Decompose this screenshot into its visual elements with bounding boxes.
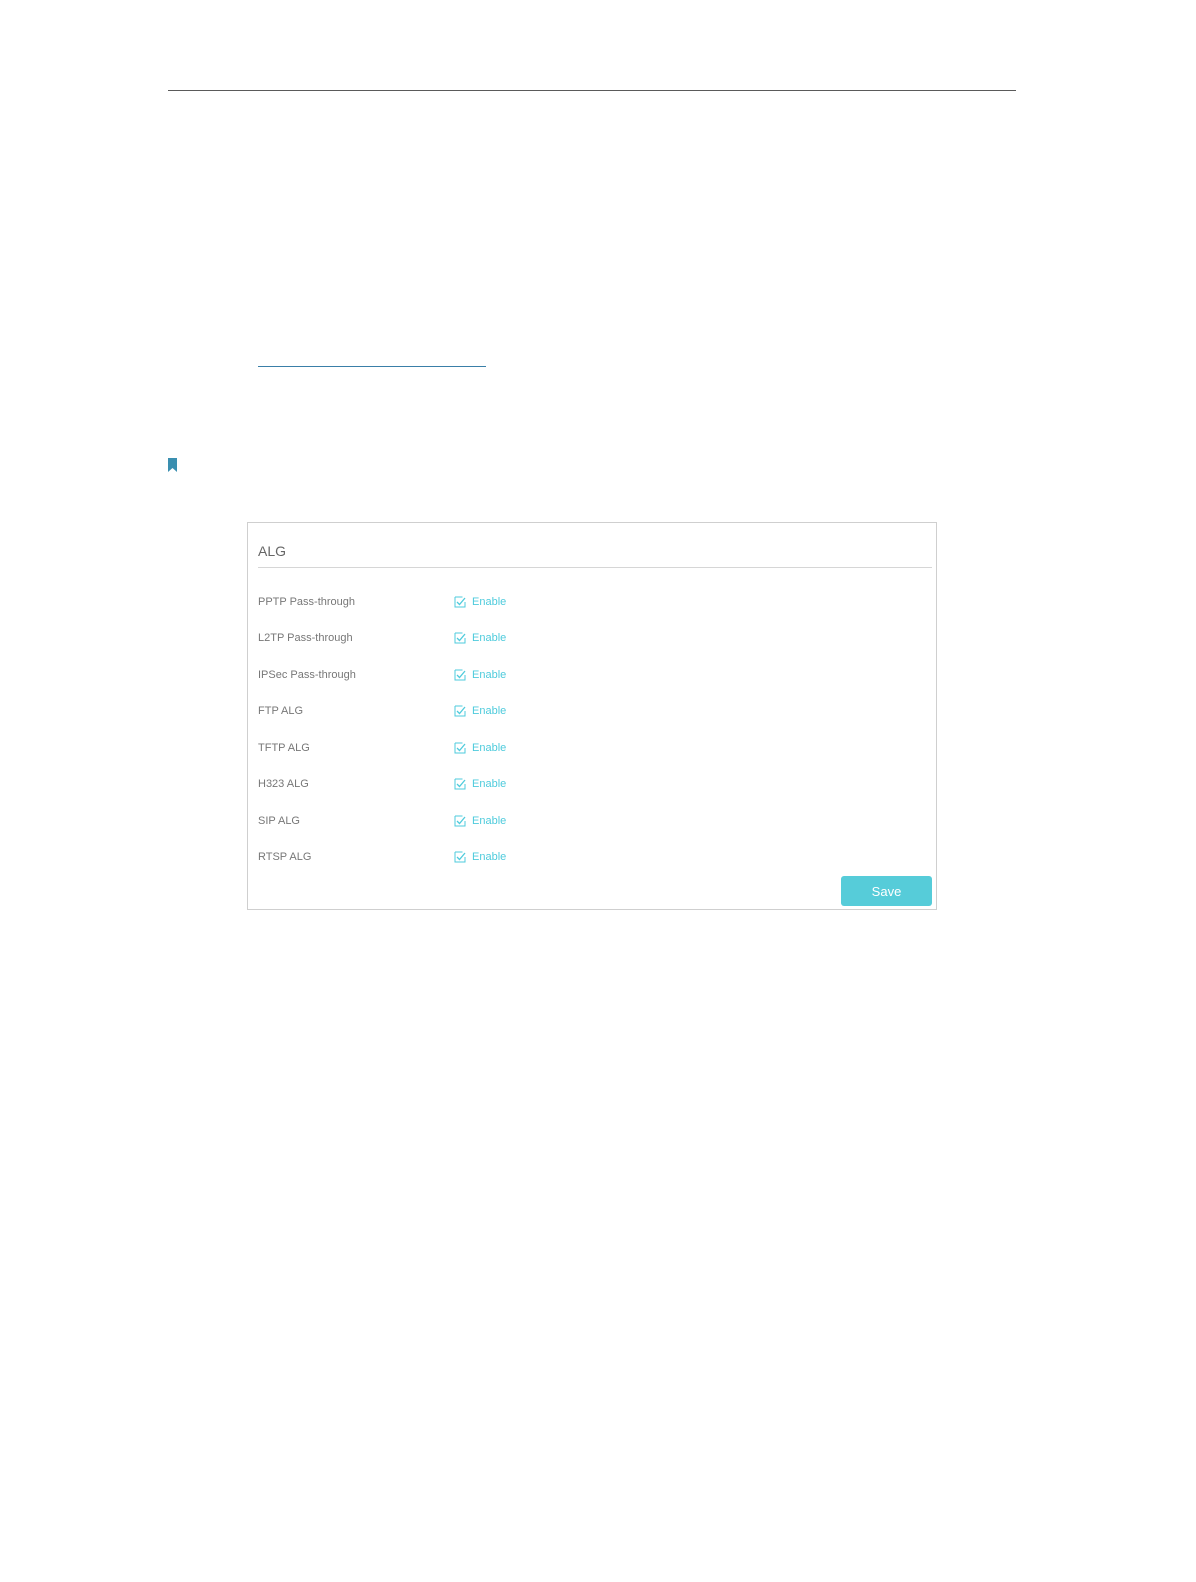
alg-row-rtsp: RTSP ALG Enable <box>258 848 858 866</box>
panel-title: ALG <box>258 543 287 559</box>
enable-label[interactable]: Enable <box>472 739 506 757</box>
alg-row-tftp: TFTP ALG Enable <box>258 739 858 757</box>
row-label: SIP ALG <box>258 815 300 827</box>
alg-row-l2tp: L2TP Pass-through Enable <box>258 629 858 647</box>
header-rule <box>168 90 1016 91</box>
enable-label[interactable]: Enable <box>472 593 506 611</box>
row-label: RTSP ALG <box>258 851 312 863</box>
enable-label[interactable]: Enable <box>472 702 506 720</box>
enable-label[interactable]: Enable <box>472 775 506 793</box>
alg-row-ftp: FTP ALG Enable <box>258 702 858 720</box>
alg-panel: ALG PPTP Pass-through Enable L2TP Pass-t… <box>247 522 937 910</box>
row-label: IPSec Pass-through <box>258 669 356 681</box>
checkbox-checked-icon[interactable] <box>454 669 466 681</box>
enable-label[interactable]: Enable <box>472 812 506 830</box>
enable-label[interactable]: Enable <box>472 629 506 647</box>
alg-row-ipsec: IPSec Pass-through Enable <box>258 666 858 684</box>
checkbox-checked-icon[interactable] <box>454 778 466 790</box>
bookmark-icon <box>168 458 177 472</box>
checkbox-checked-icon[interactable] <box>454 851 466 863</box>
enable-label[interactable]: Enable <box>472 666 506 684</box>
checkbox-checked-icon[interactable] <box>454 632 466 644</box>
alg-row-h323: H323 ALG Enable <box>258 775 858 793</box>
checkbox-checked-icon[interactable] <box>454 596 466 608</box>
row-label: PPTP Pass-through <box>258 596 356 608</box>
checkbox-checked-icon[interactable] <box>454 742 466 754</box>
row-label: FTP ALG <box>258 705 304 717</box>
row-label: TFTP ALG <box>258 742 310 754</box>
checkbox-checked-icon[interactable] <box>454 705 466 717</box>
alg-row-pptp: PPTP Pass-through Enable <box>258 593 858 611</box>
alg-row-sip: SIP ALG Enable <box>258 812 858 830</box>
panel-divider <box>258 567 932 568</box>
hyperlink-underline[interactable] <box>258 366 486 367</box>
save-button[interactable]: Save <box>841 876 932 906</box>
checkbox-checked-icon[interactable] <box>454 815 466 827</box>
row-label: H323 ALG <box>258 778 309 790</box>
row-label: L2TP Pass-through <box>258 632 353 644</box>
enable-label[interactable]: Enable <box>472 848 506 866</box>
